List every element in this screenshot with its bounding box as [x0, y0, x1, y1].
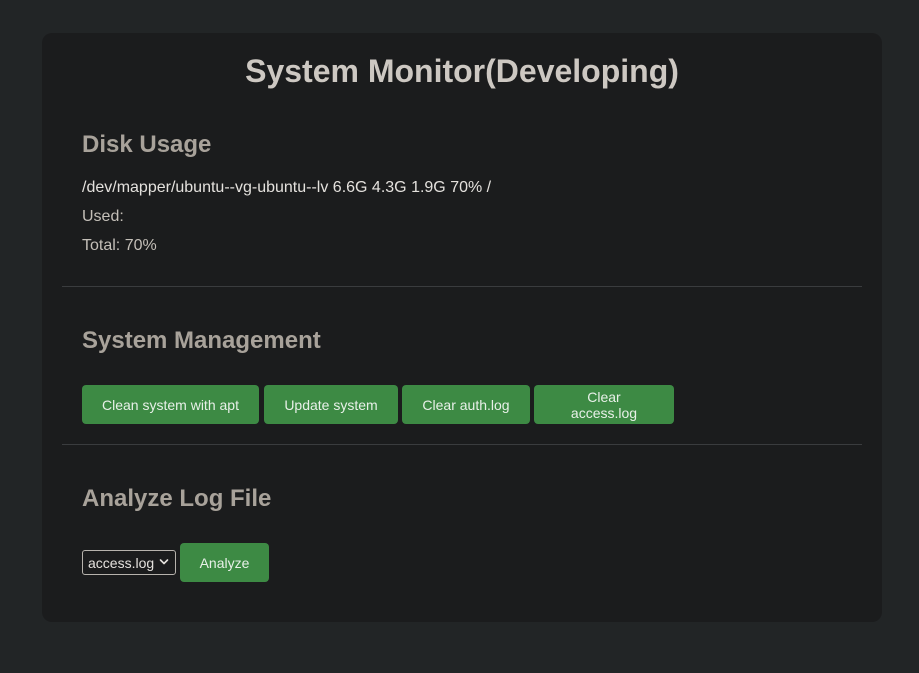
analyze-log-heading: Analyze Log File	[82, 485, 272, 512]
clear-access-log-button[interactable]: Clear access.log	[534, 385, 674, 424]
log-file-select[interactable]: access.log	[82, 550, 176, 575]
log-file-select-value: access.log	[88, 554, 155, 571]
system-management-heading: System Management	[82, 327, 321, 354]
clear-auth-log-button[interactable]: Clear auth.log	[402, 385, 530, 424]
disk-usage-heading: Disk Usage	[82, 131, 212, 158]
section-divider	[62, 444, 862, 445]
disk-usage-line: /dev/mapper/ubuntu--vg-ubuntu--lv 6.6G 4…	[82, 179, 492, 196]
disk-used-label: Used:	[82, 208, 124, 225]
page-title: System Monitor(Developing)	[245, 53, 679, 89]
chevron-down-icon	[159, 559, 169, 565]
main-card: System Monitor(Developing) Disk Usage /d…	[42, 33, 882, 622]
update-system-button[interactable]: Update system	[264, 385, 398, 424]
disk-total-label: Total: 70%	[82, 237, 157, 254]
section-divider	[62, 286, 862, 287]
analyze-button[interactable]: Analyze	[180, 543, 269, 582]
clean-system-button[interactable]: Clean system with apt	[82, 385, 259, 424]
